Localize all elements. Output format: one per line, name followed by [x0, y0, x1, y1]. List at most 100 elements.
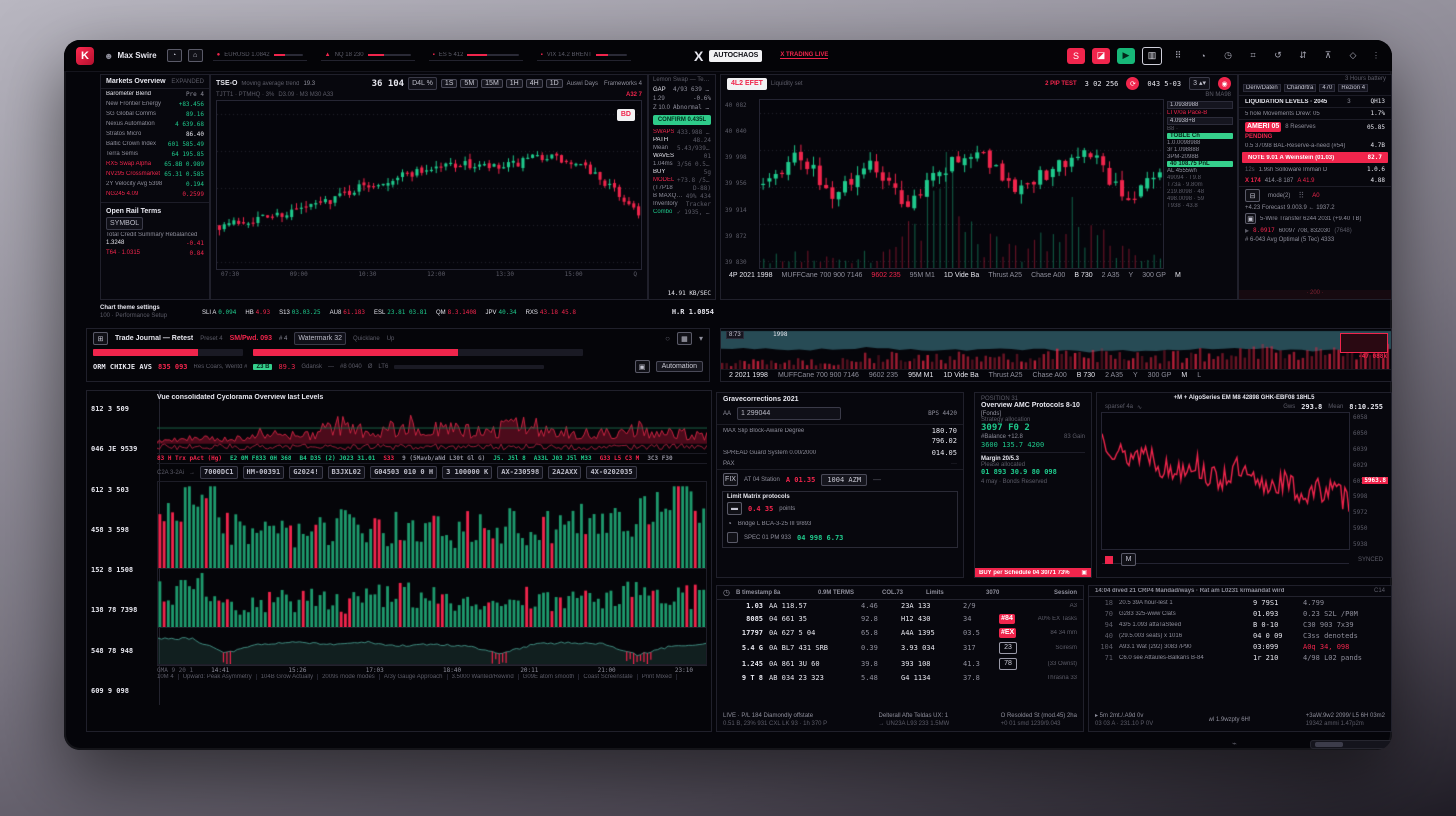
- topbar-icon[interactable]: ▥: [1142, 47, 1162, 65]
- col-header[interactable]: COL.73: [882, 590, 920, 596]
- col-header[interactable]: 3070: [986, 590, 1020, 596]
- buy-strip-icon[interactable]: ▣: [1081, 569, 1087, 576]
- symbol-field[interactable]: SYMBOL: [106, 217, 143, 230]
- scale-item[interactable]: 3r 1.098888: [1167, 147, 1233, 153]
- scale-item[interactable]: 4.0938+8: [1167, 117, 1233, 125]
- tape-item[interactable]: J5. J5l 8: [493, 455, 526, 462]
- topbar-icon[interactable]: ◪: [1092, 48, 1110, 64]
- drag-icon[interactable]: ⠿: [1298, 191, 1304, 200]
- topbar-icon[interactable]: ⊼: [1319, 48, 1337, 64]
- alert-row[interactable]: NOTE 9.01 A Weinstein (01.03) 82.7: [1242, 152, 1388, 163]
- ticker-item[interactable]: S13 03.03.25: [279, 309, 321, 316]
- scale-item[interactable]: 40 108.75 PnL: [1167, 161, 1233, 167]
- refresh-icon[interactable]: ⟳: [1126, 77, 1139, 90]
- automation-button[interactable]: Automation: [656, 361, 703, 372]
- watchlist-mode[interactable]: EXPANDED: [171, 79, 204, 85]
- signal-chip[interactable]: HM-00391: [243, 466, 285, 479]
- col-header[interactable]: B timestamp 8a: [736, 590, 812, 596]
- topbar-icon[interactable]: ⠿: [1169, 48, 1187, 64]
- timeframe-button[interactable]: 15M: [481, 79, 503, 88]
- up-label[interactable]: Up: [387, 336, 395, 342]
- depth-chart[interactable]: [721, 329, 1391, 369]
- signal-chip[interactable]: 3 100000 K: [442, 466, 492, 479]
- buy-strip[interactable]: BUY per Schedule 04 30/71 73% ▣: [975, 568, 1091, 577]
- volume-chart-2[interactable]: [158, 569, 706, 627]
- tape-item[interactable]: G33 L5 C3 M: [600, 455, 640, 462]
- table-row[interactable]: 1.03 AA 118.57 4.46 23A 133 2/9 A3: [717, 600, 1083, 612]
- scale-item[interactable]: LTV/0a Pace-B: [1167, 110, 1233, 116]
- chevron-down-icon[interactable]: ▾: [699, 334, 703, 343]
- price-alert-badge[interactable]: BD: [617, 109, 635, 121]
- quantity-stepper[interactable]: 3 ▴▾: [1189, 77, 1210, 90]
- scale-item[interactable]: B8 ·: [1167, 126, 1233, 132]
- watchlist-row[interactable]: Stratos Micro 86.40: [101, 129, 209, 139]
- chart-plot-area[interactable]: [759, 99, 1164, 269]
- table-row[interactable]: 9 T 8 AB 034 23 323 5.48 G4 1134 37.8 Th…: [717, 672, 1083, 684]
- table-row[interactable]: 94 43/5 1.093 attaTaSteed B 0-10 C30 903…: [1089, 619, 1391, 630]
- record-icon[interactable]: ◉: [1218, 77, 1231, 90]
- table-row[interactable]: 5.4 G 0A BL7 431 SRB 0.39 3.93 034 317 2…: [717, 640, 1083, 656]
- timeframe-button[interactable]: 5M: [460, 79, 478, 88]
- scale-item[interactable]: 219.8098 · 48: [1167, 189, 1233, 195]
- watchlist-row[interactable]: 2Y Velocity Avg 5398 0.194: [101, 179, 209, 189]
- scale-item[interactable]: T73a · 9.80m: [1167, 182, 1233, 188]
- col-header[interactable]: Limits: [926, 590, 980, 596]
- tape-item[interactable]: 9 (5Mavb/aNd L30t Gl G): [402, 455, 485, 462]
- layers-icon[interactable]: ⊟: [1245, 189, 1260, 202]
- table-row[interactable]: 70 G283 325-www Clats 01.093 0.23 S2L /P…: [1089, 608, 1391, 619]
- home-icon[interactable]: ⌂: [188, 49, 203, 62]
- upper-plot[interactable]: [1102, 413, 1349, 564]
- journal-icon[interactable]: ⊞: [93, 332, 108, 345]
- tape-item[interactable]: B4 D35 (2) J023 31.01: [299, 455, 375, 462]
- ticker-item[interactable]: SLI A 0.094: [202, 309, 236, 316]
- signal-line-chart[interactable]: [1102, 413, 1349, 563]
- bell-icon[interactable]: ◔: [167, 49, 182, 62]
- timeframe-button[interactable]: 1H: [506, 79, 523, 88]
- preset-label[interactable]: Preset 4: [200, 336, 222, 342]
- ticker-item[interactable]: QM 8.3.1408: [436, 309, 477, 316]
- table-row[interactable]: 1.245 0A 861 3U 60 39.8 393 108 41.3 78 …: [717, 656, 1083, 672]
- topbar-icon[interactable]: S: [1067, 48, 1085, 64]
- watchlist-row[interactable]: Nexus Automation 4 639.68: [101, 119, 209, 129]
- ticker-item[interactable]: ESL 23.81 03.81: [374, 309, 427, 316]
- ticker-item[interactable]: AU8 61.183: [330, 309, 365, 316]
- signal-chip[interactable]: 7000DC1: [200, 466, 238, 479]
- signal-chip[interactable]: 2A2AXX: [548, 466, 581, 479]
- signal-chip[interactable]: G2024!: [289, 466, 322, 479]
- chart-plot-area[interactable]: BD: [216, 100, 642, 270]
- signal-chip[interactable]: 4X-0202035: [586, 466, 636, 479]
- volume-chart-1[interactable]: [158, 482, 706, 568]
- equity-curve-chart[interactable]: [158, 628, 706, 664]
- scale-item[interactable]: 1.0938988: [1167, 101, 1233, 109]
- ticker-item[interactable]: JPV 40.34: [486, 309, 517, 316]
- candlestick-chart-2[interactable]: [760, 100, 1163, 268]
- drawdown-chart[interactable]: [1102, 564, 1349, 578]
- automation-icon[interactable]: ▣: [635, 360, 650, 373]
- depth-chart-area[interactable]: 8:73 1998 -47 088k: [721, 329, 1391, 369]
- topbar-icon[interactable]: ◷: [1219, 48, 1237, 64]
- chart-symbol[interactable]: TSE-O: [216, 80, 237, 87]
- quicklane-label[interactable]: Quicklane: [353, 336, 380, 342]
- watchlist-row[interactable]: Terra Semis 64 195.85: [101, 149, 209, 159]
- table-row[interactable]: 40 (29.5.003 seats) x 1016 04 0 09 C3ss …: [1089, 630, 1391, 641]
- scale-item[interactable]: 49094 · T9.8: [1167, 175, 1233, 181]
- table-row[interactable]: 8085 04 661 35 92.8 H12 430 34 #84 A0% E…: [717, 612, 1083, 626]
- topbar-icon[interactable]: ▶: [1117, 48, 1135, 64]
- table-row[interactable]: 104 A93.1 Wat (292) 3083 /P90 03:099 A0q…: [1089, 641, 1391, 652]
- timeframe-button[interactable]: 4H: [526, 79, 543, 88]
- app-logo[interactable]: K: [76, 47, 94, 65]
- signal-chip[interactable]: AX-230598: [497, 466, 543, 479]
- scale-item[interactable]: 498.0098 · 59: [1167, 196, 1233, 202]
- checkbox-icon[interactable]: [727, 532, 738, 543]
- workspace-badge[interactable]: AUTOCHAOS: [709, 50, 762, 62]
- stat-chip[interactable]: 470: [1319, 84, 1335, 92]
- horizontal-scrollbar[interactable]: [1310, 740, 1392, 749]
- col-header[interactable]: Session: [1026, 590, 1077, 596]
- scale-item[interactable]: 3PM-2098B: [1167, 154, 1233, 160]
- signal-chip[interactable]: G04503 010 0 H: [370, 466, 437, 479]
- minus-icon[interactable]: ▬: [727, 502, 742, 515]
- watchlist-row[interactable]: Baltic Crown Index 601 585.49: [101, 139, 209, 149]
- ticker-item[interactable]: RXS 43.18 45.8: [526, 309, 576, 316]
- amount-input[interactable]: 1 299044: [737, 407, 841, 420]
- scrollbar-thumb[interactable]: [1315, 742, 1343, 747]
